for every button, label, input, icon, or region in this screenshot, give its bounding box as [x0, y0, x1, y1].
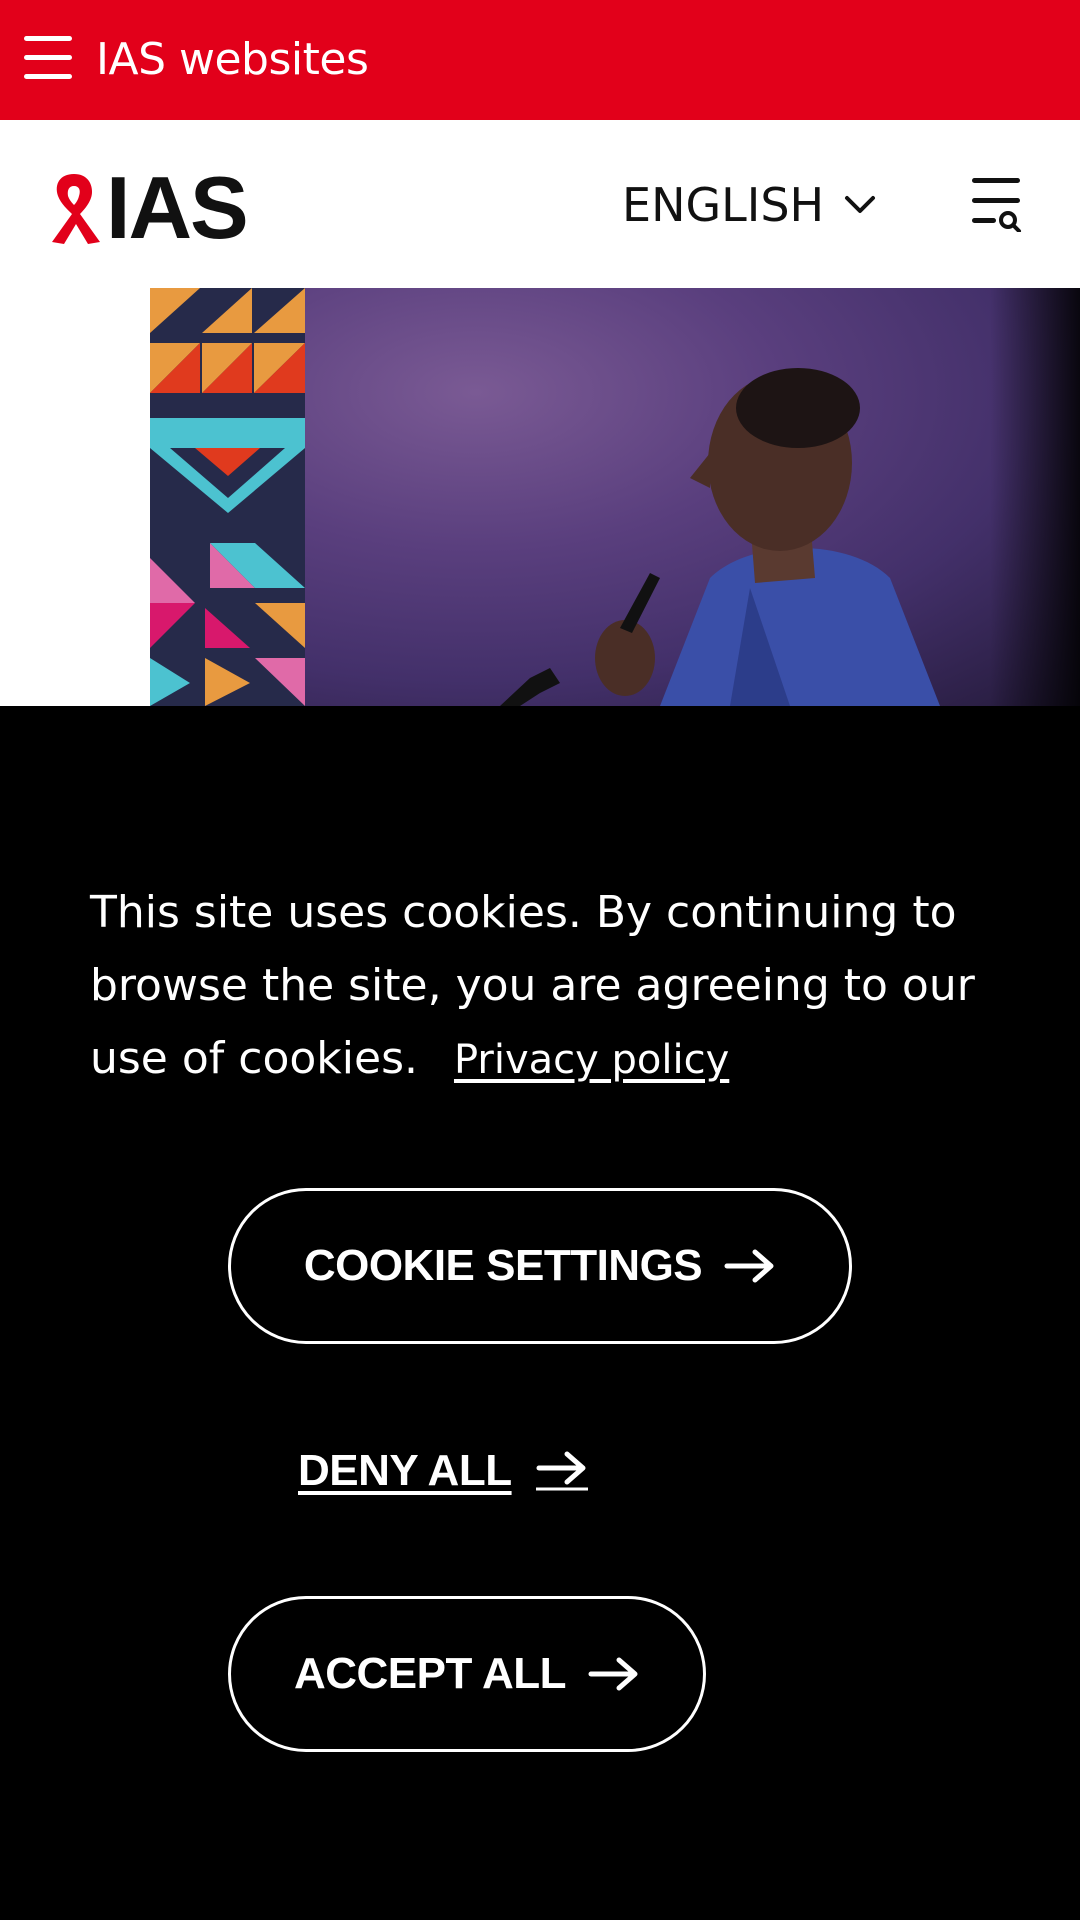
hero-edge-shade [990, 288, 1080, 706]
chevron-down-icon [845, 196, 876, 213]
privacy-policy-link[interactable]: Privacy policy [454, 1037, 729, 1083]
arrow-right-icon [724, 1249, 774, 1283]
cookie-message-block: This site uses cookies. By continuing to… [90, 876, 1010, 1097]
speaker-figure [500, 368, 940, 706]
language-selector[interactable]: ENGLISH [622, 174, 876, 236]
hamburger-icon[interactable] [24, 36, 72, 80]
arrow-right-icon [588, 1657, 638, 1691]
arrow-right-icon [535, 1451, 588, 1491]
accept-all-label: ACCEPT ALL [293, 1649, 567, 1698]
cookie-banner: This site uses cookies. By continuing to… [0, 706, 1080, 1920]
menu-search-icon[interactable] [970, 176, 1022, 232]
cookie-settings-label: COOKIE SETTINGS [303, 1241, 703, 1290]
accept-all-button[interactable]: ACCEPT ALL [228, 1596, 706, 1752]
cookie-settings-button[interactable]: COOKIE SETTINGS [228, 1188, 852, 1344]
logo-text: IAS [106, 158, 249, 257]
ias-websites-title[interactable]: IAS websites [96, 30, 369, 90]
deny-all-label: DENY ALL [298, 1446, 512, 1495]
red-ribbon-icon [52, 174, 100, 244]
ias-logo[interactable]: IAS [46, 158, 249, 257]
language-label: ENGLISH [622, 178, 825, 232]
ias-websites-bar: IAS websites [0, 0, 1080, 120]
deny-all-button[interactable]: DENY ALL [298, 1436, 588, 1506]
hero-image [150, 288, 1080, 706]
